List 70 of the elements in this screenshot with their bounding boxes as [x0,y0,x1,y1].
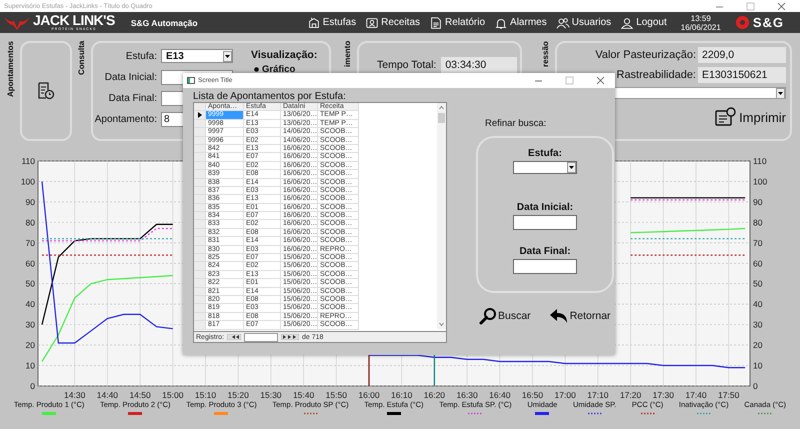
axis-label: 17:00 [554,390,576,400]
clock-date: 16/06/2021 [680,22,721,32]
time-field: 03:34:30 [441,57,518,73]
value-field: 2209,0 [698,47,786,63]
axis-label: 17:20 [620,390,642,400]
axis-label: 60 [26,258,35,268]
axis-label: 16:10 [391,390,412,400]
axis-label: 100 [753,176,768,186]
axis-label: 100 [20,176,35,186]
partner-logo-text: S&G [752,15,784,30]
axis-label: 60 [753,258,762,268]
axis-label: 15:50 [326,390,347,400]
axis-label: 110 [753,156,767,166]
axis-label: 70 [753,238,762,248]
axis-label: 20 [26,340,35,350]
axis-label: 17:40 [685,390,707,400]
axis-label: 16:50 [522,390,544,400]
axis-label: 15:00 [162,390,184,400]
company-name: S&G Automação [130,18,198,28]
axis-label: 14:40 [96,390,118,400]
axis-label: 16:30 [456,390,478,400]
field-label: Estufa: [124,50,157,62]
axis-label: 90 [26,196,35,207]
field-label: Visualização: [251,49,318,61]
field-label: Tempo Total: [377,59,436,71]
clock-time: 13:59 [690,14,711,22]
axis-label: 0 [753,381,758,391]
field-label: Data Inicial: [104,72,157,82]
axis-label: 30 [26,320,35,330]
axis-label: 80 [26,217,35,228]
axis-label: 10 [26,360,35,371]
field-label: Apontamento: [94,114,157,124]
refine-label: Refinar busca: [485,118,548,129]
axis-label: 16:00 [358,390,380,400]
field-label: Rastreabilidade: [616,69,696,81]
section-label: Apontamentos [6,41,16,99]
axis-label: 70 [26,238,35,248]
axis-label: 15:40 [292,390,314,400]
list-heading: Lista de Apontamentos por Estufa: [193,91,347,102]
axis-label: 40 [26,299,35,310]
axis-label: 40 [753,299,762,310]
axis-label: 15:20 [228,390,249,400]
section-label: ressão [541,41,551,69]
field-label: Estufa: [528,148,562,159]
axis-label: 0 [30,381,35,391]
axis-label: 50 [26,278,35,289]
section-label: imento [343,41,353,70]
axis-label: 15:10 [194,390,216,400]
axis-label: 80 [753,217,762,228]
axis-label: 50 [753,278,762,289]
value-field: E1303150621 [698,67,786,83]
axis-label: 15:30 [260,390,282,400]
field-label: Valor Pasteurização: [595,49,696,61]
axis-label: 14:50 [129,390,151,400]
field-label: Data Inicial: [516,202,574,213]
axis-label: 17:50 [718,390,740,400]
axis-label: 17:30 [652,390,674,400]
brand-logo-text: JACK LINK'S [33,14,115,27]
axis-label: 10 [753,360,762,371]
axis-label: 30 [753,320,762,330]
field-label: Data Final: [519,246,571,257]
section-label: Consulta [77,41,87,78]
axis-label: 14:30 [64,390,86,400]
axis-label: 16:40 [489,390,510,400]
axis-label: 90 [753,196,762,207]
axis-label: 110 [21,156,35,166]
axis-label: 16:20 [424,390,446,400]
field-label: Data Final: [108,92,157,104]
axis-label: 20 [753,340,762,350]
axis-label: 17:10 [587,390,609,400]
